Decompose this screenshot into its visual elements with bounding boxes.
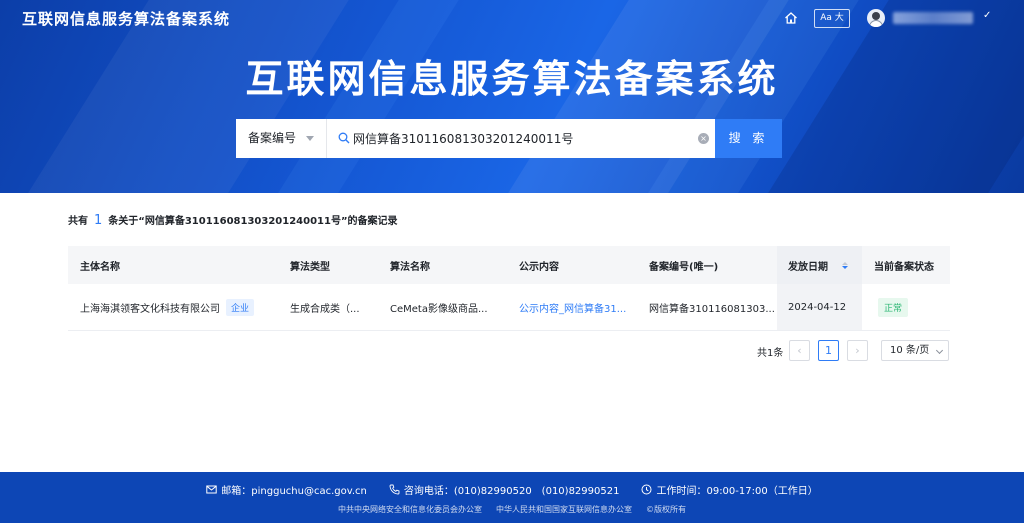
column-header-issue-date[interactable]: 发放日期 <box>788 246 848 284</box>
page-button-current[interactable]: 1 <box>818 340 839 361</box>
status-badge: 正常 <box>878 297 909 317</box>
cell-entity: 上海海淇领客文化科技有限公司 企业 <box>80 284 255 330</box>
table-header: 主体名称 算法类型 算法名称 公示内容 备案编号(唯一) 发放日期 当前备案状态 <box>68 246 950 284</box>
clear-icon[interactable]: × <box>698 133 709 144</box>
footer-email: 邮箱：pingguchu@cac.gov.cn <box>206 482 367 497</box>
cell-status: 正常 <box>878 284 909 330</box>
results-summary: 共有 1 条关于“网信算备310116081303201240011号”的备案记录 <box>68 212 398 228</box>
chevron-down-icon <box>935 346 944 355</box>
footer-org-cac: 中华人民共和国国家互联网信息办公室 <box>496 505 632 514</box>
check-icon: ✓ <box>983 10 992 21</box>
search-field-select-label: 备案编号 <box>248 131 297 145</box>
column-header-record-no: 备案编号(唯一) <box>649 261 719 273</box>
page: 互联网信息服务算法备案系统 Aa 大 ✓ 互联网信息服务算法备案系统 备案编号 … <box>0 0 1024 523</box>
hero-banner: 互联网信息服务算法备案系统 Aa 大 ✓ 互联网信息服务算法备案系统 备案编号 … <box>0 0 1024 193</box>
avatar-head <box>872 12 880 20</box>
hero-title: 互联网信息服务算法备案系统 <box>245 57 779 101</box>
search-input[interactable] <box>353 119 693 158</box>
site-title[interactable]: 互联网信息服务算法备案系统 <box>22 8 230 29</box>
cell-record-no: 网信算备310116081303... <box>649 303 775 315</box>
home-icon[interactable] <box>784 11 798 25</box>
phone-icon <box>389 484 400 495</box>
avatar[interactable] <box>867 9 885 27</box>
column-header-entity: 主体名称 <box>80 261 120 273</box>
footer: 邮箱：pingguchu@cac.gov.cn 咨询电话：(010)829905… <box>0 472 1024 523</box>
cell-algo-type: 生成合成类（... <box>290 303 360 315</box>
page-size-select[interactable]: 10 条/页 <box>881 340 949 361</box>
result-count: 1 <box>94 213 103 228</box>
clock-icon <box>641 484 652 495</box>
cell-algo-name: CeMeta影像级商品... <box>390 303 488 315</box>
column-header-public-content: 公示内容 <box>519 261 559 273</box>
column-header-algo-name: 算法名称 <box>390 261 430 273</box>
entity-type-badge: 企业 <box>226 298 255 316</box>
table-row: 上海海淇领客文化科技有限公司 企业 生成合成类（... CeMeta影像级商品.… <box>68 284 950 331</box>
footer-copyright: ©版权所有 <box>646 505 686 514</box>
summary-suffix: 条关于“网信算备310116081303201240011号”的备案记录 <box>108 216 398 227</box>
public-content-link[interactable]: 公示内容_网信算备31... <box>519 284 626 330</box>
results-table: 主体名称 算法类型 算法名称 公示内容 备案编号(唯一) 发放日期 当前备案状态… <box>68 246 950 331</box>
footer-hours: 工作时间：09:00-17:00（工作日） <box>641 482 818 497</box>
cell-issue-date: 2024-04-12 <box>788 301 847 313</box>
footer-phone-text: 咨询电话：(010)82990520 (010)82990521 <box>403 486 620 497</box>
footer-orgs: 中共中央网络安全和信息化委员会办公室 中华人民共和国国家互联网信息办公室 ©版权… <box>0 504 1024 515</box>
sort-icon[interactable] <box>842 261 848 269</box>
entity-name: 上海海淇领客文化科技有限公司 <box>80 303 220 315</box>
avatar-body <box>869 20 883 27</box>
page-size-label: 10 条/页 <box>890 345 930 356</box>
search-button[interactable]: 搜 索 <box>715 119 782 158</box>
column-header-status: 当前备案状态 <box>874 261 934 273</box>
footer-contact: 邮箱：pingguchu@cac.gov.cn 咨询电话：(010)829905… <box>0 482 1024 497</box>
mail-icon <box>206 485 217 494</box>
footer-phone: 咨询电话：(010)82990520 (010)82990521 <box>389 482 620 497</box>
chevron-down-icon <box>306 136 314 141</box>
footer-email-text: 邮箱：pingguchu@cac.gov.cn <box>221 486 367 497</box>
next-page-button[interactable]: › <box>847 340 868 361</box>
search-field-select[interactable]: 备案编号 <box>236 119 327 158</box>
column-header-algo-type: 算法类型 <box>290 261 330 273</box>
search-icon <box>338 132 350 144</box>
pagination-total: 共1条 <box>757 348 784 359</box>
footer-org-cyberspace-commission: 中共中央网络安全和信息化委员会办公室 <box>338 505 482 514</box>
search-bar: 备案编号 × 搜 索 <box>236 119 782 158</box>
summary-prefix: 共有 <box>68 216 88 227</box>
prev-page-button[interactable]: ‹ <box>789 340 810 361</box>
footer-hours-text: 工作时间：09:00-17:00（工作日） <box>656 486 818 497</box>
column-header-issue-date-label: 发放日期 <box>788 261 828 273</box>
user-name-redacted[interactable] <box>893 12 973 24</box>
font-size-toggle-button[interactable]: Aa 大 <box>814 9 850 28</box>
